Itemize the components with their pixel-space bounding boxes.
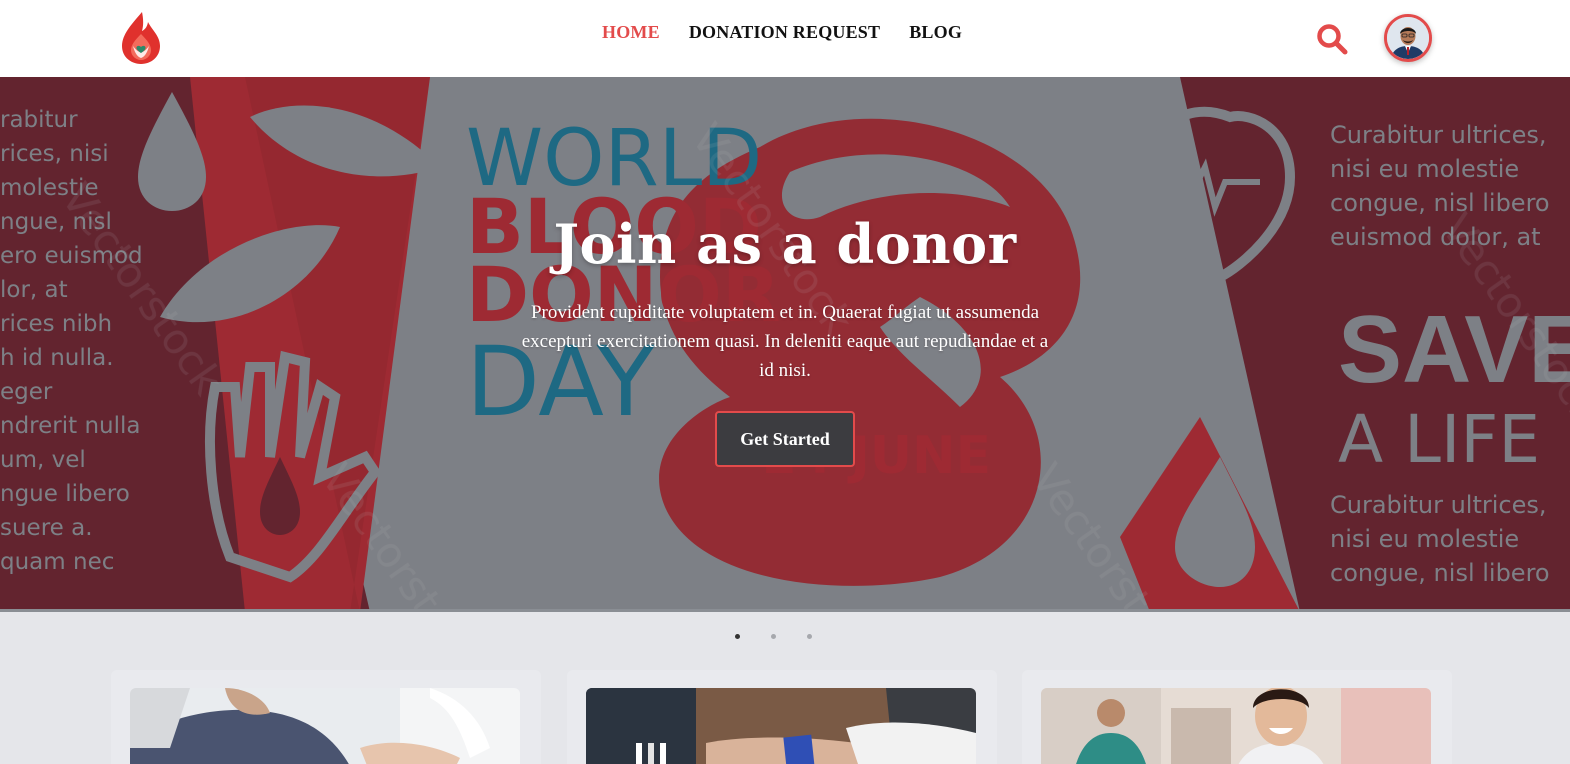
nav-link-blog[interactable]: BLOG (909, 22, 962, 43)
hero-banner: rabitur rices, nisi molestie ngue, nisl … (0, 77, 1570, 612)
blood-drop-logo-icon[interactable] (120, 10, 162, 66)
carousel-indicators (735, 634, 812, 639)
nav-link-home[interactable]: HOME (602, 22, 660, 43)
feature-card[interactable] (567, 670, 997, 764)
feature-card[interactable] (1022, 670, 1452, 764)
nav-link-donation-request[interactable]: DONATION REQUEST (689, 22, 880, 43)
carousel-dot-2[interactable] (771, 634, 776, 639)
hero-content: Join as a donor Provident cupiditate vol… (485, 212, 1085, 467)
patient-donating-blood-photo (130, 688, 520, 764)
user-avatar[interactable] (1384, 14, 1432, 62)
carousel-dot-3[interactable] (807, 634, 812, 639)
hero-description: Provident cupiditate voluptatem et in. Q… (521, 302, 1049, 381)
nurse-smiling-photo (1041, 688, 1431, 764)
hero-bottom-border (0, 609, 1570, 612)
feature-card[interactable] (111, 670, 541, 764)
carousel-dot-1[interactable] (735, 634, 740, 639)
get-started-button[interactable]: Get Started (715, 411, 855, 467)
main-nav: HOME DONATION REQUEST BLOG (602, 22, 962, 43)
hero-title: Join as a donor (553, 212, 1017, 276)
search-icon[interactable] (1315, 22, 1349, 56)
arm-with-tourniquet-photo (586, 688, 976, 764)
navbar: HOME DONATION REQUEST BLOG (0, 0, 1570, 77)
